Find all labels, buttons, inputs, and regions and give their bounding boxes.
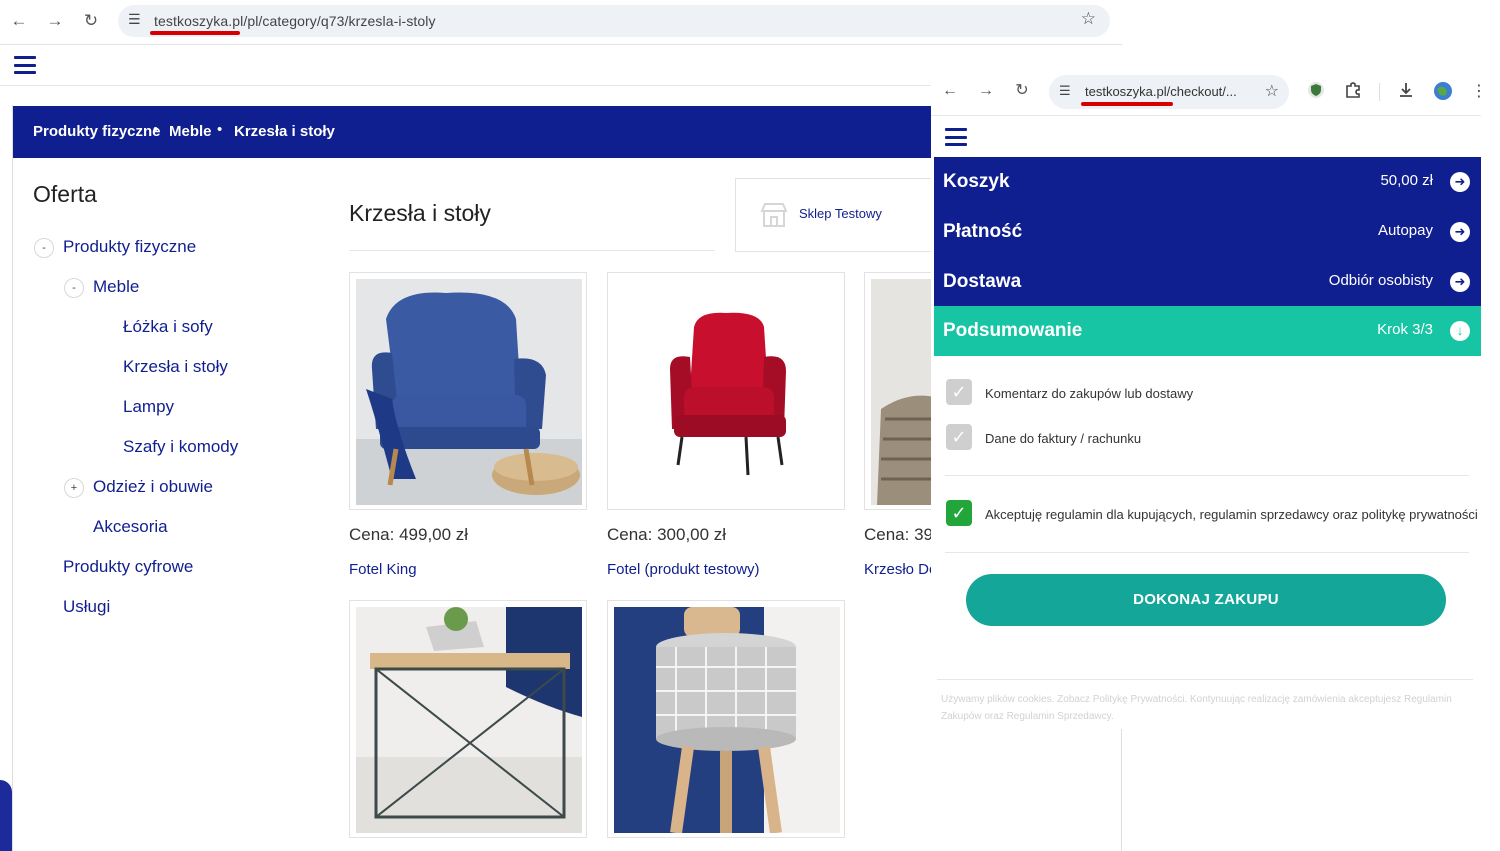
comment-checkbox[interactable]: ✓	[946, 379, 972, 405]
menu-icon[interactable]	[945, 128, 967, 146]
checkout-popup-window: ← → ↻ ☰ testkoszyka.pl/checkout/... ☆ ⋮ …	[931, 69, 1481, 729]
page-border-right	[1121, 720, 1122, 851]
invoice-checkbox-label[interactable]: Dane do faktury / rachunku	[985, 431, 1141, 446]
product-card-image[interactable]	[349, 600, 587, 838]
arrow-left-icon[interactable]: ←	[8, 10, 30, 32]
sidebar-item-produkty-fizyczne[interactable]: Produkty fizyczne	[63, 237, 196, 257]
reload-icon[interactable]: ↻	[1012, 81, 1032, 101]
arrow-right-circle-icon[interactable]: ➜	[1450, 172, 1470, 192]
breadcrumb-item-meble[interactable]: Meble	[169, 123, 212, 140]
step-podsumowanie[interactable]: Podsumowanie Krok 3/3 ↓	[934, 306, 1481, 356]
breadcrumb-item-produkty-fizyczne[interactable]: Produkty fizyczne	[33, 123, 161, 140]
cookie-notice: Używamy plików cookies. Zobacz Politykę …	[941, 694, 1452, 722]
collapse-toggle-produkty-fizyczne[interactable]: -	[34, 238, 54, 258]
star-icon[interactable]: ☆	[1081, 9, 1096, 29]
sidebar-title: Oferta	[33, 181, 97, 207]
footer-divider	[937, 679, 1473, 680]
site-settings-icon[interactable]: ☰	[128, 11, 141, 28]
reload-icon[interactable]: ↻	[80, 10, 102, 32]
sidebar-item-odziez-i-obuwie[interactable]: Odzież i obuwie	[93, 477, 213, 497]
store-icon	[760, 203, 788, 227]
toolbar-divider	[0, 44, 1122, 45]
arrow-right-circle-icon[interactable]: ➜	[1450, 222, 1470, 242]
step-value: 50,00 zł	[1380, 172, 1433, 189]
product-name-link[interactable]: Fotel (produkt testowy)	[607, 561, 760, 578]
options-divider	[945, 475, 1469, 476]
address-bar[interactable]: ☰ testkoszyka.pl/pl/category/q73/krzesla…	[118, 5, 1110, 37]
arrow-right-icon[interactable]: →	[976, 81, 996, 101]
pouf-stool-image	[614, 607, 840, 833]
sidebar-item-krzesla-i-stoly[interactable]: Krzesła i stoły	[123, 357, 228, 377]
step-koszyk[interactable]: Koszyk 50,00 zł ➜	[934, 157, 1481, 207]
side-table-image	[356, 607, 582, 833]
expand-toggle-odziez-i-obuwie[interactable]: +	[64, 478, 84, 498]
url-highlight-underline	[1081, 102, 1173, 106]
sidebar-item-lampy[interactable]: Lampy	[123, 397, 174, 417]
arrow-down-circle-icon[interactable]: ↓	[1450, 321, 1470, 341]
product-card-image[interactable]	[349, 272, 587, 510]
popup-toolbar-divider	[931, 115, 1481, 116]
breadcrumb-separator: •	[217, 121, 223, 138]
terms-checkbox[interactable]: ✓	[946, 500, 972, 526]
product-name-link[interactable]: Krzesło Do	[864, 561, 937, 578]
shop-name[interactable]: Sklep Testowy	[799, 206, 882, 221]
download-icon[interactable]	[1397, 81, 1415, 99]
site-settings-icon[interactable]: ☰	[1059, 83, 1071, 99]
shop-card[interactable]: Sklep Testowy	[735, 178, 940, 252]
product-card-image[interactable]	[607, 272, 845, 510]
page-border-left	[12, 105, 13, 851]
url-highlight-underline	[150, 31, 240, 35]
sidebar-item-lozka-i-sofy[interactable]: Łóżka i sofy	[123, 317, 213, 337]
step-label: Dostawa	[943, 271, 1022, 292]
product-card-image[interactable]	[864, 272, 940, 510]
breadcrumb: Produkty fizyczne • Meble • Krzesła i st…	[13, 106, 953, 158]
sidebar-item-uslugi[interactable]: Usługi	[63, 597, 110, 617]
step-value: Autopay	[1377, 222, 1433, 239]
breadcrumb-item-krzesla-i-stoly[interactable]: Krzesła i stoły	[234, 123, 335, 140]
sidebar-item-produkty-cyfrowe[interactable]: Produkty cyfrowe	[63, 557, 193, 577]
address-bar-url[interactable]: testkoszyka.pl/pl/category/q73/krzesla-i…	[154, 13, 436, 29]
star-icon[interactable]: ☆	[1265, 81, 1279, 101]
popup-browser-toolbar: ← → ↻ ☰ testkoszyka.pl/checkout/... ☆ ⋮	[931, 69, 1481, 115]
step-label: Koszyk	[943, 171, 1010, 192]
sidebar-item-akcesoria[interactable]: Akcesoria	[93, 517, 168, 537]
terms-checkbox-label[interactable]: Akceptuję regulamin dla kupujących, regu…	[985, 507, 1478, 522]
step-value: Odbiór osobisty	[1328, 272, 1433, 289]
extension-shield-icon[interactable]	[1307, 81, 1325, 99]
armchair-blue-image	[356, 279, 582, 505]
step-label: Płatność	[943, 221, 1023, 242]
page-title: Krzesła i stoły	[349, 200, 491, 226]
menu-icon[interactable]	[14, 56, 36, 74]
armchair-red-image	[614, 279, 840, 505]
step-label: Podsumowanie	[943, 320, 1083, 341]
basket-image	[871, 279, 939, 505]
sidebar-item-szafy-i-komody[interactable]: Szafy i komody	[123, 437, 238, 457]
product-name-link[interactable]: Fotel King	[349, 561, 417, 578]
product-price: Cena: 499,00 zł	[349, 525, 469, 544]
profile-avatar-icon[interactable]	[1433, 81, 1453, 101]
browser-toolbar: ← → ↻ ☰ testkoszyka.pl/pl/category/q73/k…	[0, 0, 1122, 44]
breadcrumb-separator: •	[153, 121, 159, 138]
product-price: Cena: 300,00 zł	[607, 525, 727, 544]
terms-divider	[945, 552, 1469, 553]
sidebar-item-meble[interactable]: Meble	[93, 277, 139, 297]
popup-address-bar-url[interactable]: testkoszyka.pl/checkout/...	[1085, 84, 1237, 99]
collapse-toggle-meble[interactable]: -	[64, 278, 84, 298]
comment-checkbox-label[interactable]: Komentarz do zakupów lub dostawy	[985, 386, 1193, 401]
step-platnosc[interactable]: Płatność Autopay ➜	[934, 207, 1481, 257]
arrow-right-circle-icon[interactable]: ➜	[1450, 272, 1470, 292]
step-value: Krok 3/3	[1377, 321, 1433, 338]
invoice-checkbox[interactable]: ✓	[946, 424, 972, 450]
arrow-right-icon[interactable]: →	[44, 10, 66, 32]
arrow-left-icon[interactable]: ←	[940, 81, 960, 101]
step-dostawa[interactable]: Dostawa Odbiór osobisty ➜	[934, 257, 1481, 307]
buy-button[interactable]: DOKONAJ ZAKUPU	[966, 574, 1446, 626]
toolbar-separator	[1379, 83, 1380, 101]
product-card-image[interactable]	[607, 600, 845, 838]
title-divider	[349, 250, 715, 251]
more-vertical-icon[interactable]: ⋮	[1471, 81, 1481, 101]
decorative-shape	[0, 780, 12, 851]
puzzle-extensions-icon[interactable]	[1344, 81, 1362, 99]
popup-address-bar[interactable]: ☰ testkoszyka.pl/checkout/... ☆	[1049, 75, 1289, 109]
